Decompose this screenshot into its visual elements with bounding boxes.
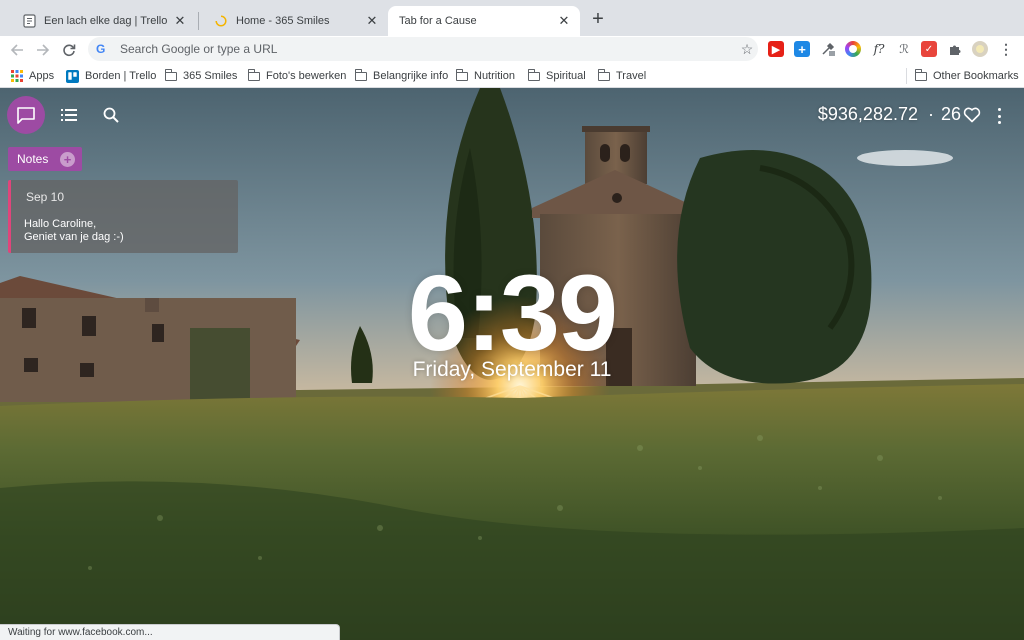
folder-icon xyxy=(598,68,610,81)
note-card[interactable]: Sep 10 Hallo Caroline, Geniet van je dag… xyxy=(8,180,238,253)
omnibox-input[interactable]: Search Google or type a URL xyxy=(120,42,736,56)
folder-icon xyxy=(165,68,177,81)
back-button[interactable] xyxy=(7,40,27,60)
bookmark-label: Other Bookmarks xyxy=(933,70,1019,82)
bookmarks-bar: Apps Borden | Trello 365 Smiles Foto's b… xyxy=(0,64,1024,88)
add-note-icon[interactable]: + xyxy=(60,151,75,167)
color-picker-extension-icon[interactable] xyxy=(845,41,861,57)
tab-divider xyxy=(198,12,199,30)
page-icon xyxy=(22,14,36,28)
clock-date: Friday, September 11 xyxy=(412,358,612,381)
tab-title: Home - 365 Smiles xyxy=(236,15,330,27)
new-tab-page: $936,282.72 · 26 Notes + Sep 10 Hallo Ca… xyxy=(0,88,1024,640)
font-extension-icon[interactable]: f? xyxy=(871,41,887,57)
tab-strip: Een lach elke dag | Trello ✕ Home - 365 … xyxy=(0,0,1024,36)
tab-365-smiles[interactable]: Home - 365 Smiles ✕ xyxy=(200,6,388,36)
notes-label: Notes xyxy=(17,152,49,166)
folder-icon xyxy=(355,68,367,81)
tab-tab-for-a-cause[interactable]: Tab for a Cause ✕ xyxy=(388,6,580,36)
back-arrow-icon xyxy=(10,44,23,56)
bookmark-trello[interactable]: Borden | Trello xyxy=(66,68,156,84)
bookmark-apps[interactable]: Apps xyxy=(11,68,54,84)
folder-icon xyxy=(456,68,468,81)
heart-icon xyxy=(963,107,981,122)
close-icon[interactable]: ✕ xyxy=(556,13,572,29)
browser-menu-icon[interactable]: ⋮ xyxy=(998,41,1014,57)
reload-icon xyxy=(63,44,76,57)
youtube-extension-icon[interactable]: ▶ xyxy=(768,41,784,57)
new-tab-button[interactable]: + xyxy=(588,9,608,30)
close-icon[interactable]: ✕ xyxy=(172,13,188,29)
browser-toolbar: G Search Google or type a URL ☆ ▶ + f? ℛ… xyxy=(0,36,1024,64)
reader-extension-icon[interactable]: ℛ xyxy=(896,41,912,57)
bookmark-folder-other[interactable]: Other Bookmarks xyxy=(915,68,1019,84)
bookmark-star-icon[interactable]: ☆ xyxy=(736,41,758,58)
note-date: Sep 10 xyxy=(26,190,65,204)
close-icon[interactable]: ✕ xyxy=(364,13,380,29)
note-text: Hallo Caroline, xyxy=(24,218,97,230)
todoist-extension-icon[interactable]: ✓ xyxy=(921,41,937,57)
bookmark-folder-belangrijke-info[interactable]: Belangrijke info xyxy=(355,68,448,84)
note-text: Geniet van je dag :-) xyxy=(24,231,124,243)
bookmark-folder-365-smiles[interactable]: 365 Smiles xyxy=(165,68,237,84)
search-icon[interactable] xyxy=(100,104,122,126)
avatar[interactable] xyxy=(972,41,988,57)
clock-time: 6:39 xyxy=(407,252,618,373)
puzzle-extensions-icon[interactable] xyxy=(947,41,963,57)
bookmark-folder-spiritual[interactable]: Spiritual xyxy=(528,68,586,84)
folder-icon xyxy=(248,68,260,81)
status-bar: Waiting for www.facebook.com... xyxy=(0,624,340,640)
bookmark-folder-nutrition[interactable]: Nutrition xyxy=(456,68,515,84)
bookmark-label: Spiritual xyxy=(546,70,586,82)
chat-icon xyxy=(17,107,35,124)
separator-dot: · xyxy=(928,104,934,124)
notes-tab[interactable]: Notes + xyxy=(8,147,82,171)
bookmark-label: Foto's bewerken xyxy=(266,70,347,82)
bookmark-label: Borden | Trello xyxy=(85,70,157,82)
reload-button[interactable] xyxy=(59,40,79,60)
forward-arrow-icon xyxy=(37,44,50,56)
google-icon: G xyxy=(96,42,106,56)
bookmark-folder-travel[interactable]: Travel xyxy=(598,68,646,84)
eyedropper-extension-icon[interactable] xyxy=(820,41,836,57)
omnibox[interactable]: G Search Google or type a URL ☆ xyxy=(88,37,758,61)
bookmark-label: Belangrijke info xyxy=(373,70,449,82)
bookmark-label: Apps xyxy=(29,70,55,82)
tab-trello[interactable]: Een lach elke dag | Trello ✕ xyxy=(8,6,196,36)
bookmark-label: Nutrition xyxy=(474,70,515,82)
tab-title: Tab for a Cause xyxy=(399,15,477,27)
plus-extension-icon[interactable]: + xyxy=(794,41,810,57)
hearts-counter[interactable]: 26 xyxy=(941,104,981,125)
bookmark-label: Travel xyxy=(616,70,647,82)
loading-icon xyxy=(214,14,228,28)
folder-icon xyxy=(915,68,927,81)
bookmark-label: 365 Smiles xyxy=(183,70,238,82)
forward-button[interactable] xyxy=(33,40,53,60)
trello-icon xyxy=(66,69,79,83)
bookmarks-divider xyxy=(906,68,907,84)
chat-button[interactable] xyxy=(7,96,45,134)
folder-icon xyxy=(528,68,540,81)
money-raised[interactable]: $936,282.72 xyxy=(818,104,918,125)
more-options-icon[interactable] xyxy=(993,106,1005,126)
apps-grid-icon xyxy=(11,70,23,82)
bookmark-folder-fotos-bewerken[interactable]: Foto's bewerken xyxy=(248,68,346,84)
tab-title: Een lach elke dag | Trello xyxy=(44,15,168,27)
list-icon[interactable] xyxy=(58,104,80,126)
hearts-count: 26 xyxy=(941,104,962,124)
